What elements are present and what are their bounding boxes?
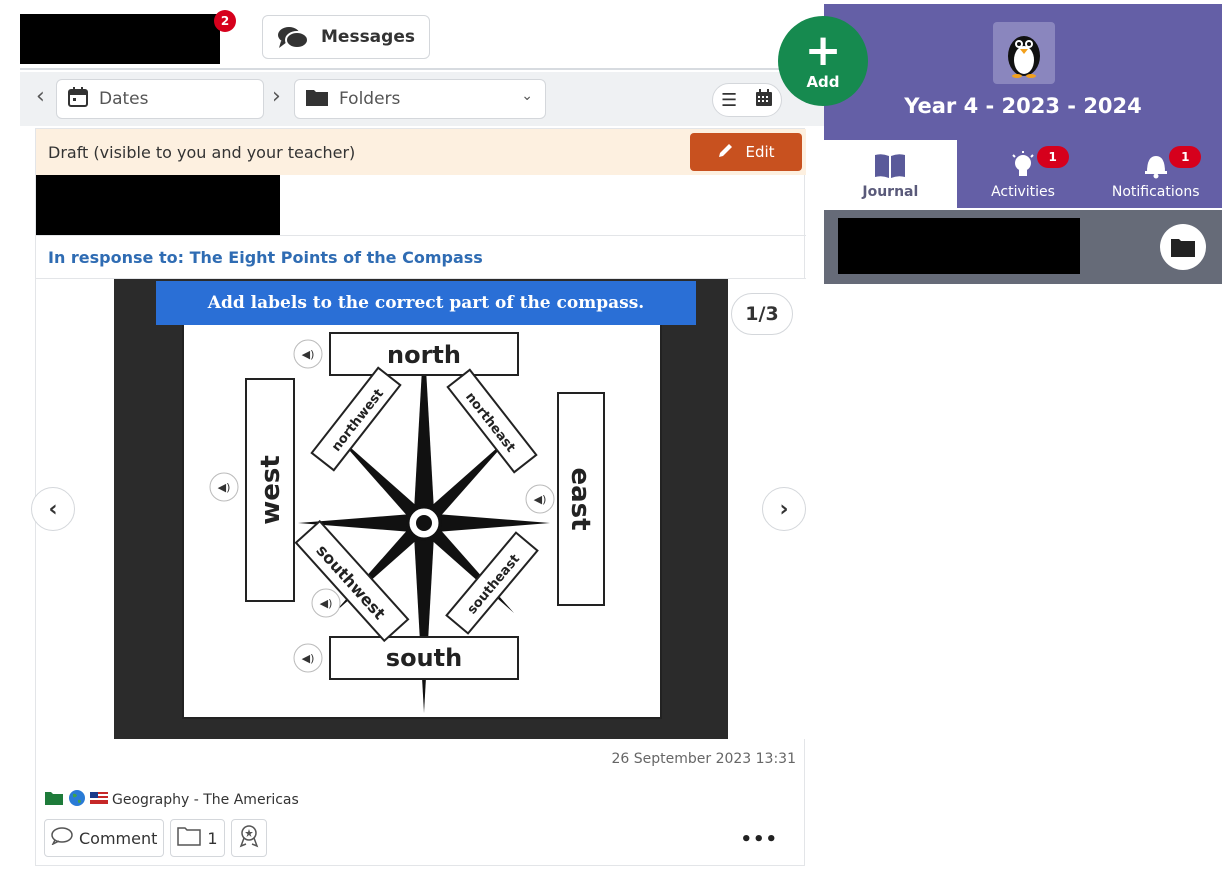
calendar-icon (67, 86, 89, 113)
draft-text: Draft (visible to you and your teacher) (48, 142, 356, 162)
redacted-student-name (20, 14, 220, 64)
globe-icon (68, 789, 86, 811)
plus-icon: + (804, 25, 842, 76)
award-icon (238, 824, 260, 852)
list-view-icon[interactable]: ☰ (721, 90, 737, 111)
speech-bubble-icon (51, 827, 73, 849)
class-title: Year 4 - 2023 - 2024 (904, 94, 1142, 118)
tab-journal-label: Journal (862, 184, 919, 200)
activities-badge: 1 (1036, 146, 1069, 168)
media-viewer: north south west east northwest northeas… (31, 279, 806, 739)
lightbulb-icon (1008, 150, 1038, 184)
view-toggle[interactable]: ☰ (712, 83, 782, 117)
worksheet: north south west east northwest northeas… (182, 291, 662, 719)
chevron-right-icon[interactable]: › (272, 84, 281, 109)
class-panel: Year 4 - 2023 - 2024 Journal 1 Activitie… (824, 4, 1222, 883)
edit-label: Edit (745, 143, 775, 161)
messages-label: Messages (321, 27, 415, 47)
post-actions: Comment 1 (44, 819, 267, 857)
page: 2 Messages ‹ Dates › Folders ⌄ ☰ Draft (… (0, 0, 1222, 883)
edit-button[interactable]: Edit (690, 133, 802, 171)
post-timestamp: 26 September 2023 13:31 (611, 751, 796, 767)
award-button[interactable] (230, 819, 267, 857)
previous-slide-button[interactable]: ‹ (31, 487, 75, 531)
redacted-student-info (838, 218, 1080, 274)
chevron-down-icon: ⌄ (521, 88, 533, 104)
post-tags: Geography - The Americas (44, 789, 299, 811)
comment-button[interactable]: Comment (44, 819, 165, 857)
notifications-badge: 1 (1169, 146, 1202, 168)
label-west: west (256, 455, 286, 525)
folder-icon-solid (1171, 239, 1195, 257)
redacted-author (36, 175, 280, 235)
tab-notifications-label: Notifications (1111, 184, 1200, 200)
label-north: north (387, 341, 461, 369)
svg-text:◀): ◀) (320, 597, 333, 610)
compass-diagram: north south west east northwest northeas… (209, 332, 605, 713)
more-options-button[interactable]: ••• (740, 829, 778, 850)
flag-icon (90, 792, 108, 808)
comment-label: Comment (79, 828, 158, 848)
folder-outline-icon (177, 826, 202, 850)
label-east: east (565, 467, 595, 530)
tab-journal[interactable]: Journal (824, 140, 957, 208)
slide-title: Add labels to the correct part of the co… (156, 281, 696, 325)
calendar-view-icon[interactable] (755, 88, 773, 112)
journal-post-card: Draft (visible to you and your teacher) … (31, 128, 806, 866)
label-south: south (386, 644, 462, 672)
student-row[interactable] (824, 210, 1222, 284)
tab-activities[interactable]: 1 Activities (957, 140, 1090, 208)
class-header: Year 4 - 2023 - 2024 (824, 4, 1222, 140)
messages-button[interactable]: Messages (262, 15, 430, 59)
folders-filter[interactable]: Folders ⌄ (294, 79, 546, 119)
dates-filter[interactable]: Dates (56, 79, 264, 119)
next-slide-button[interactable]: › (762, 487, 806, 531)
panel-tabs: Journal 1 Activities 1 Notifications (824, 140, 1222, 208)
add-button[interactable]: + Add (778, 16, 868, 106)
notification-badge: 2 (214, 10, 236, 32)
folder-icon (305, 87, 329, 112)
folder-count-button[interactable]: 1 (170, 819, 225, 857)
student-folder-button[interactable] (1160, 224, 1206, 270)
svg-text:◀): ◀) (302, 348, 315, 361)
folders-label: Folders (339, 89, 401, 109)
tab-notifications[interactable]: 1 Notifications (1089, 140, 1222, 208)
svg-text:◀): ◀) (302, 652, 315, 665)
tag-label[interactable]: Geography - The Americas (112, 792, 299, 808)
journal-column: 2 Messages ‹ Dates › Folders ⌄ ☰ Draft (… (20, 0, 825, 883)
slide-counter: 1/3 (731, 293, 793, 335)
top-bar: 2 Messages (20, 0, 825, 70)
slide-image: north south west east northwest northeas… (114, 279, 728, 739)
draft-banner: Draft (visible to you and your teacher) … (36, 129, 806, 175)
pencil-icon (717, 141, 735, 163)
folder-count: 1 (207, 828, 218, 848)
svg-text:◀): ◀) (534, 493, 547, 506)
chevron-left-icon[interactable]: ‹ (36, 84, 45, 109)
response-link[interactable]: In response to: The Eight Points of the … (36, 235, 806, 279)
folder-tag-icon (44, 790, 64, 810)
tab-activities-label: Activities (991, 184, 1055, 200)
penguin-avatar-icon (993, 22, 1055, 84)
svg-text:◀): ◀) (218, 481, 231, 494)
bell-icon (1141, 150, 1171, 184)
book-icon (873, 152, 907, 184)
dates-label: Dates (99, 89, 149, 109)
chat-bubbles-icon (277, 25, 309, 49)
add-label: Add (806, 73, 840, 91)
